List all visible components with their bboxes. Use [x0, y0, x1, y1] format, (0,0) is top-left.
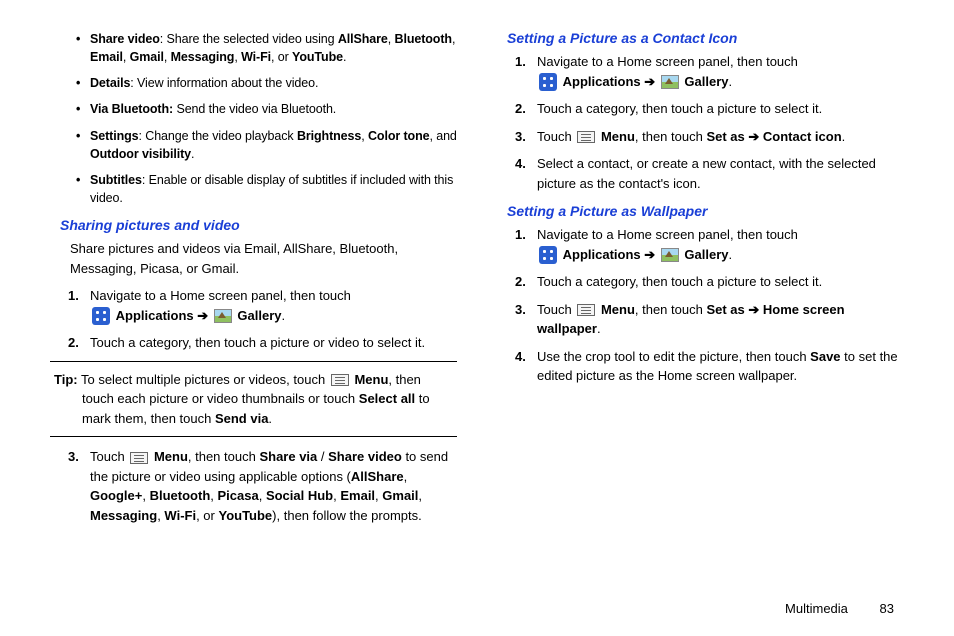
bullet-settings: Settings: Change the video playback Brig…	[90, 127, 457, 163]
menu-icon	[130, 452, 148, 464]
sharing-steps-a: 1. Navigate to a Home screen panel, then…	[50, 286, 457, 353]
wallpaper-steps: 1. Navigate to a Home screen panel, then…	[497, 225, 904, 386]
step-2: 2. Touch a category, then touch a pictur…	[90, 333, 457, 353]
step-1: 1. Navigate to a Home screen panel, then…	[537, 52, 904, 91]
applications-icon	[539, 246, 557, 264]
left-column: Share video: Share the selected video us…	[50, 30, 457, 533]
video-options-list: Share video: Share the selected video us…	[50, 30, 457, 207]
step-4: 4. Use the crop tool to edit the picture…	[537, 347, 904, 386]
bullet-share-video: Share video: Share the selected video us…	[90, 30, 457, 66]
contact-icon-steps: 1. Navigate to a Home screen panel, then…	[497, 52, 904, 193]
section-name: Multimedia	[785, 601, 848, 616]
sharing-steps-b: 3. Touch Menu, then touch Share via / Sh…	[50, 447, 457, 525]
gallery-icon	[661, 75, 679, 89]
page-footer: Multimedia 83	[785, 601, 894, 616]
bullet-details: Details: View information about the vide…	[90, 74, 457, 92]
step-4: 4.Select a contact, or create a new cont…	[537, 154, 904, 193]
gallery-icon	[214, 309, 232, 323]
heading-contact-icon: Setting a Picture as a Contact Icon	[507, 30, 904, 46]
page-columns: Share video: Share the selected video us…	[50, 30, 904, 533]
step-2: 2.Touch a category, then touch a picture…	[537, 272, 904, 292]
step-2: 2.Touch a category, then touch a picture…	[537, 99, 904, 119]
step-3: 3. Touch Menu, then touch Share via / Sh…	[90, 447, 457, 525]
step-1: 1. Navigate to a Home screen panel, then…	[90, 286, 457, 325]
menu-icon	[331, 374, 349, 386]
heading-wallpaper: Setting a Picture as Wallpaper	[507, 203, 904, 219]
applications-icon	[539, 73, 557, 91]
step-3: 3. Touch Menu, then touch Set as ➔ Conta…	[537, 127, 904, 147]
heading-sharing: Sharing pictures and video	[60, 217, 457, 233]
tip-box: Tip: To select multiple pictures or vide…	[50, 361, 457, 438]
step-3: 3. Touch Menu, then touch Set as ➔ Home …	[537, 300, 904, 339]
menu-icon	[577, 304, 595, 316]
gallery-icon	[661, 248, 679, 262]
menu-icon	[577, 131, 595, 143]
bullet-subtitles: Subtitles: Enable or disable display of …	[90, 171, 457, 207]
step-1: 1. Navigate to a Home screen panel, then…	[537, 225, 904, 264]
bullet-via-bluetooth: Via Bluetooth: Send the video via Blueto…	[90, 100, 457, 118]
intro-sharing: Share pictures and videos via Email, All…	[70, 239, 457, 278]
right-column: Setting a Picture as a Contact Icon 1. N…	[497, 30, 904, 533]
applications-icon	[92, 307, 110, 325]
page-number: 83	[880, 601, 894, 616]
